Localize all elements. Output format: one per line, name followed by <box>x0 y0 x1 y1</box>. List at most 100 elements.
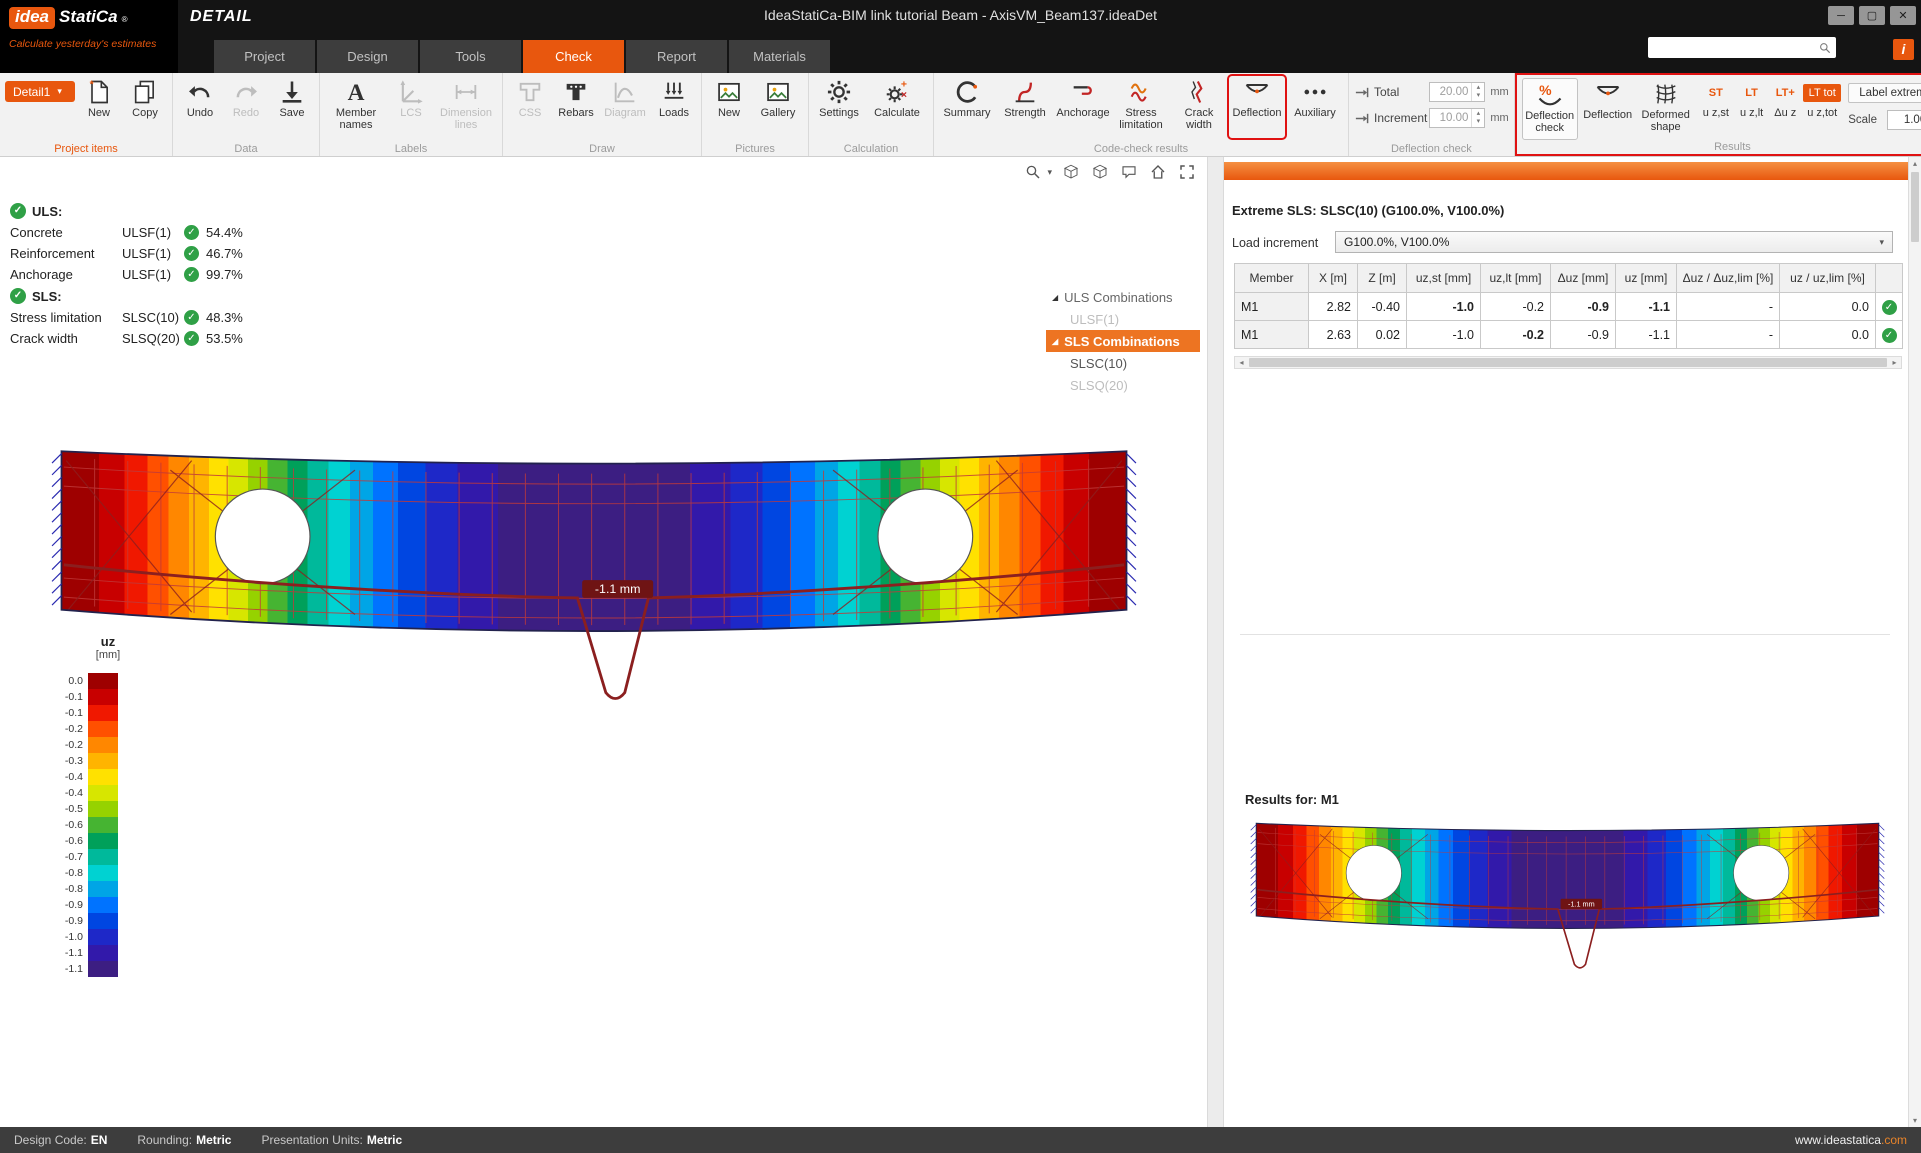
scroll-right-icon[interactable]: ▸ <box>1888 358 1901 367</box>
deflection-button[interactable]: Deflection <box>1229 76 1285 138</box>
deflection-check-button[interactable]: Deflection check <box>1522 78 1578 140</box>
minimize-button[interactable]: ─ <box>1828 6 1854 25</box>
undo-icon <box>186 78 214 106</box>
spin-down-icon[interactable]: ▾ <box>1477 92 1481 100</box>
spin-up-icon[interactable]: ▴ <box>1477 84 1481 92</box>
tree-item[interactable]: SLSC(10) <box>1046 352 1200 374</box>
legend-entry: -1.1 <box>52 945 123 961</box>
unit-label: mm <box>1490 112 1508 124</box>
gallery-button[interactable]: Gallery <box>753 76 803 138</box>
column-header[interactable]: Δuz / Δuz,lim [%] <box>1677 264 1780 293</box>
strength-button[interactable]: Strength <box>997 76 1053 138</box>
total-limit-input[interactable]: 20.00 ▴▾ <box>1429 82 1485 102</box>
rebars-button[interactable]: Rebars <box>554 76 598 138</box>
save-button[interactable]: Save <box>270 76 314 138</box>
tab-materials[interactable]: Materials <box>729 40 830 73</box>
uz-tot-button[interactable]: u z,tot <box>1803 104 1841 122</box>
css-button[interactable]: CSS <box>508 76 552 138</box>
comment-button[interactable] <box>1119 162 1139 182</box>
column-header[interactable]: Δuz [mm] <box>1551 264 1616 293</box>
tab-report[interactable]: Report <box>626 40 727 73</box>
copy-button[interactable]: Copy <box>123 76 167 138</box>
maximize-button[interactable]: ▢ <box>1859 6 1885 25</box>
panel-vertical-scrollbar[interactable]: ▴ ▾ <box>1908 157 1921 1127</box>
redo-button[interactable]: Redo <box>224 76 268 138</box>
search-input[interactable] <box>1648 41 1818 55</box>
deformed-shape-button[interactable]: Deformed shape <box>1638 78 1694 140</box>
column-header[interactable]: uz [mm] <box>1616 264 1677 293</box>
auxiliary-button[interactable]: Auxiliary <box>1287 76 1343 138</box>
chevron-down-icon[interactable]: ▾ <box>1047 167 1052 178</box>
zoom-button[interactable] <box>1023 162 1043 182</box>
axonometry-view-button[interactable] <box>1061 162 1081 182</box>
lt-plus-button[interactable]: LT+ <box>1770 84 1800 102</box>
tab-design[interactable]: Design <box>317 40 418 73</box>
scale-input[interactable]: 1.00 ▴▾ <box>1887 110 1921 130</box>
total-toggle[interactable]: Total <box>1354 81 1427 103</box>
table-row[interactable]: M12.82-0.40-1.0-0.2-0.9-1.1-0.0✓ <box>1235 293 1903 321</box>
stress-limitation-button[interactable]: Stress limitation <box>1113 76 1169 138</box>
detail-selector[interactable]: Detail1 ▾ <box>5 81 75 102</box>
scroll-down-icon[interactable]: ▾ <box>1909 1114 1921 1127</box>
scroll-left-icon[interactable]: ◂ <box>1235 358 1248 367</box>
label-extreme-button[interactable]: Label extreme <box>1848 83 1921 103</box>
scroll-up-icon[interactable]: ▴ <box>1909 157 1921 170</box>
scrollbar-thumb[interactable] <box>1249 358 1887 367</box>
anchorage-button[interactable]: Anchorage <box>1055 76 1111 138</box>
fit-to-screen-button[interactable] <box>1177 162 1197 182</box>
expander-icon[interactable]: ◢ <box>1052 293 1058 302</box>
tab-check[interactable]: Check <box>523 40 624 73</box>
column-header[interactable]: uz,lt [mm] <box>1481 264 1551 293</box>
copy-icon <box>131 78 159 106</box>
column-header[interactable]: uz,st [mm] <box>1407 264 1481 293</box>
tab-project[interactable]: Project <box>214 40 315 73</box>
new-project-item-button[interactable]: New <box>77 76 121 138</box>
delta-uz-button[interactable]: Δu z <box>1770 104 1800 122</box>
column-header[interactable]: uz / uz,lim [%] <box>1780 264 1876 293</box>
increment-limit-input[interactable]: 10.00 ▴▾ <box>1429 108 1485 128</box>
undo-button[interactable]: Undo <box>178 76 222 138</box>
summary-section-title: ✓SLS: <box>10 285 240 307</box>
load-increment-select[interactable]: G100.0%, V100.0% ▾ <box>1335 231 1893 253</box>
close-button[interactable]: ✕ <box>1890 6 1916 25</box>
table-row[interactable]: M12.630.02-1.0-0.2-0.9-1.1-0.0✓ <box>1235 321 1903 349</box>
new-picture-button[interactable]: New <box>707 76 751 138</box>
column-header[interactable]: Z [m] <box>1358 264 1407 293</box>
tab-tools[interactable]: Tools <box>420 40 521 73</box>
uz-st-button[interactable]: u z,st <box>1699 104 1733 122</box>
lt-button[interactable]: LT <box>1736 84 1767 102</box>
table-horizontal-scrollbar[interactable]: ◂ ▸ <box>1234 356 1902 369</box>
dimension-lines-button[interactable]: Dimension lines <box>435 76 497 138</box>
crack-width-button[interactable]: Crack width <box>1171 76 1227 138</box>
info-button[interactable]: i <box>1893 39 1914 60</box>
home-view-button[interactable] <box>1148 162 1168 182</box>
column-header[interactable]: Member <box>1235 264 1309 293</box>
beam-visualization[interactable]: -1.1 mm <box>49 437 1139 721</box>
column-header[interactable]: X [m] <box>1309 264 1358 293</box>
st-button[interactable]: ST <box>1699 84 1733 102</box>
loads-button[interactable]: Loads <box>652 76 696 138</box>
lt-tot-button[interactable]: LT tot <box>1803 84 1841 102</box>
tree-item[interactable]: SLSQ(20) <box>1046 374 1200 396</box>
tree-item[interactable]: ◢SLS Combinations <box>1046 330 1200 352</box>
perspective-view-button[interactable] <box>1090 162 1110 182</box>
lcs-button[interactable]: LCS <box>389 76 433 138</box>
settings-button[interactable]: Settings <box>814 76 864 138</box>
summary-button[interactable]: Summary <box>939 76 995 138</box>
calculate-button[interactable]: Calculate <box>866 76 928 138</box>
spin-up-icon[interactable]: ▴ <box>1477 110 1481 118</box>
increment-toggle[interactable]: Increment <box>1354 107 1427 129</box>
group-label: Data <box>173 143 319 155</box>
member-names-button[interactable]: Member names <box>325 76 387 138</box>
tree-item[interactable]: ULSF(1) <box>1046 308 1200 330</box>
scrollbar-thumb[interactable] <box>1911 172 1919 242</box>
tree-item[interactable]: ◢ULS Combinations <box>1046 286 1200 308</box>
panel-divider-strip[interactable] <box>1207 157 1224 1127</box>
expander-icon[interactable]: ◢ <box>1052 337 1058 346</box>
spin-down-icon[interactable]: ▾ <box>1477 118 1481 126</box>
diagram-button[interactable]: Diagram <box>600 76 650 138</box>
uz-lt-button[interactable]: u z,lt <box>1736 104 1767 122</box>
beam-preview[interactable]: -1.1 mm <box>1249 815 1886 981</box>
deflection-results-button[interactable]: Deflection <box>1580 78 1636 140</box>
website-link[interactable]: www.ideastatica.com <box>1795 1133 1907 1147</box>
